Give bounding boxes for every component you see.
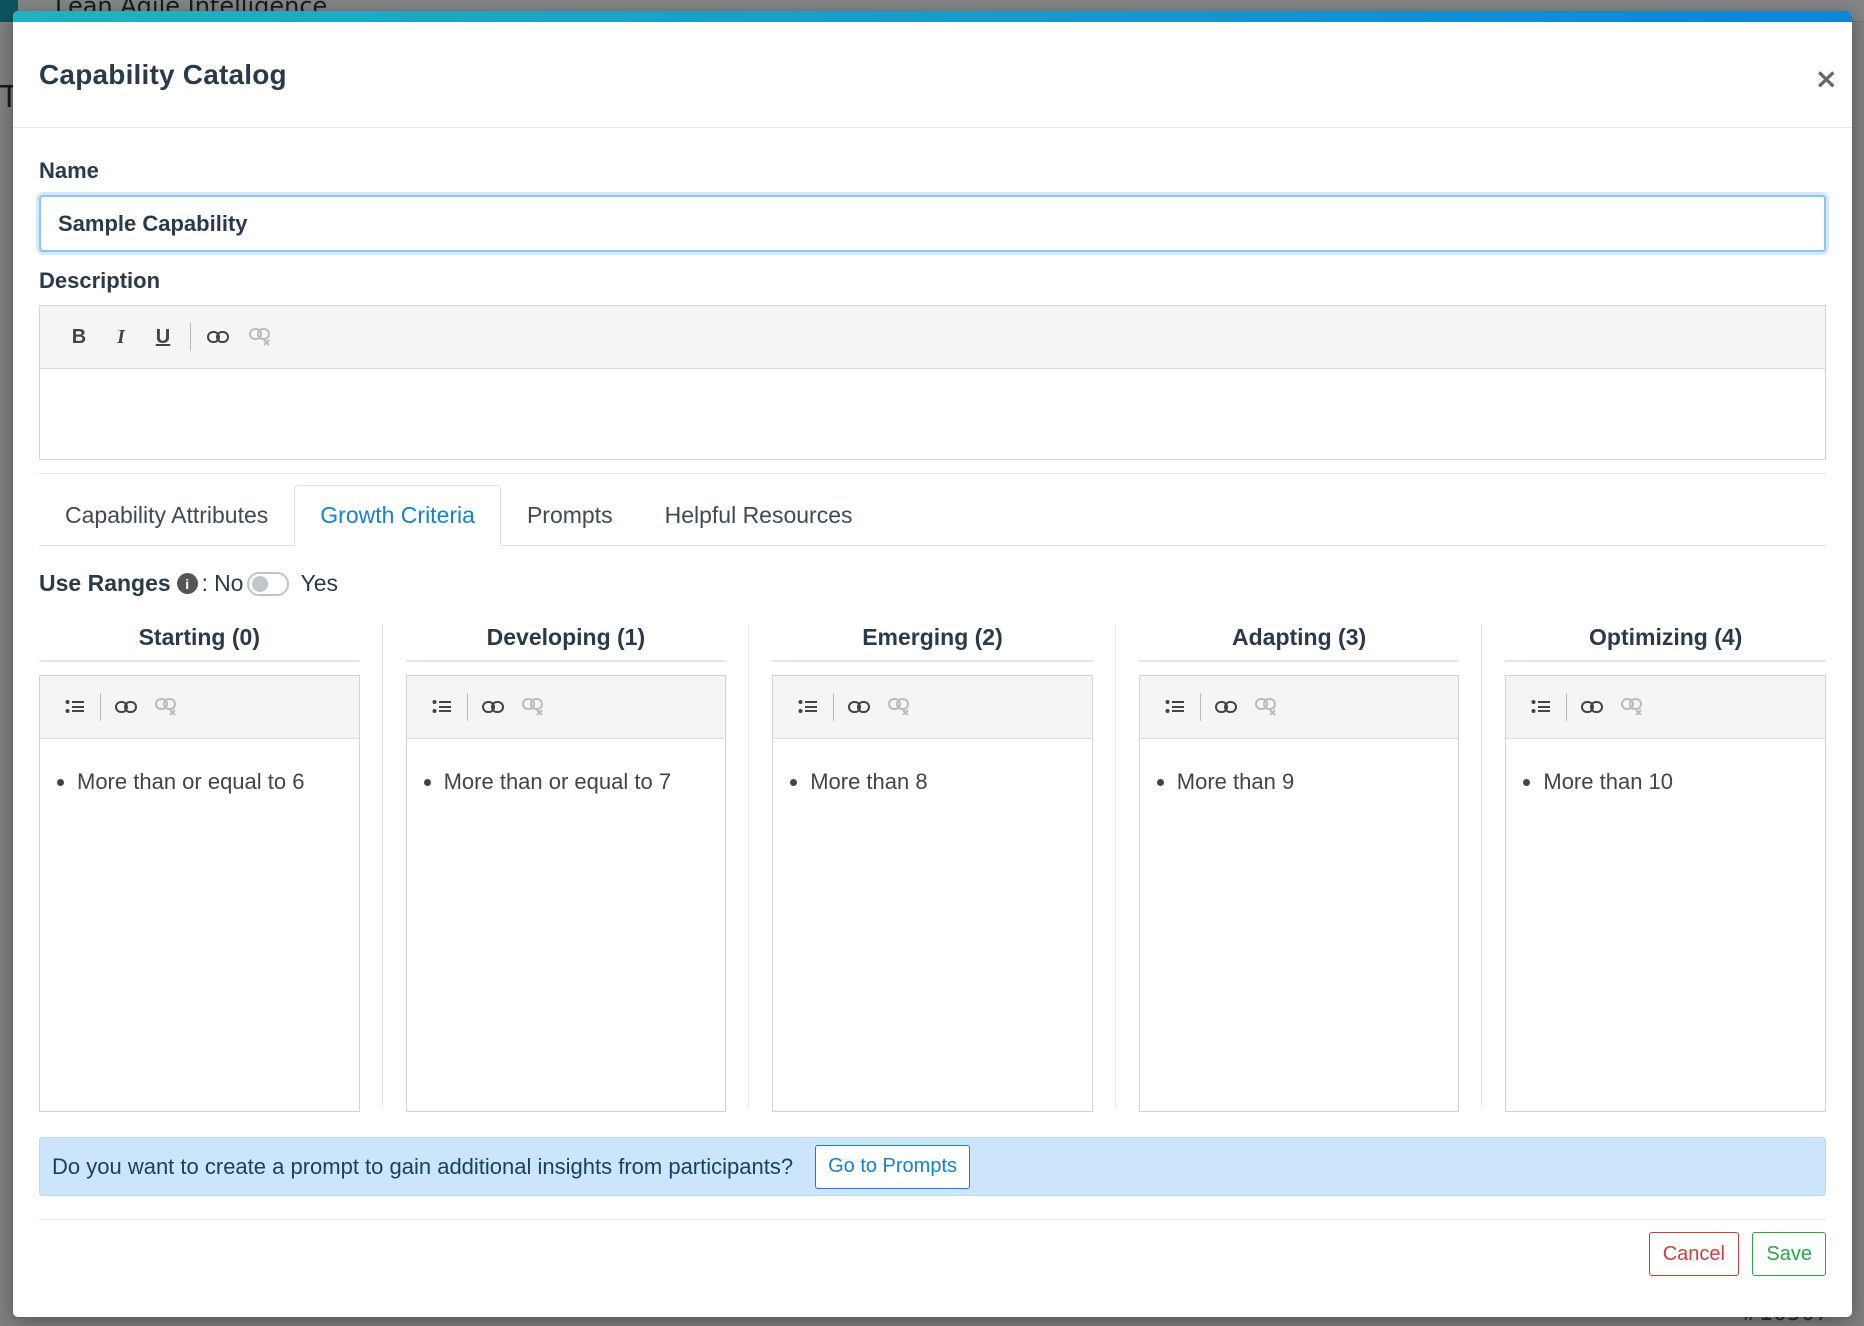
criteria-item: More than or equal to 7 [444, 769, 726, 795]
level-toolbar [1506, 676, 1825, 739]
level-toolbar [406, 676, 726, 739]
level-starting: Starting (0) More than or equal to 6 [39, 624, 360, 1112]
italic-button[interactable]: I [102, 318, 140, 356]
modal-accent-bar [13, 11, 1852, 22]
link-icon[interactable] [1207, 688, 1245, 726]
name-label: Name [39, 158, 99, 183]
unlink-icon[interactable] [1247, 688, 1285, 726]
level-editor: More than 9 [1138, 675, 1460, 1112]
level-editor: More than 10 [1505, 675, 1826, 1112]
unlink-icon[interactable] [1613, 688, 1651, 726]
info-icon[interactable]: i [176, 573, 198, 594]
description-text-area[interactable] [40, 369, 1825, 459]
toolbar-divider [1199, 693, 1201, 721]
criteria-item: More than 10 [1543, 769, 1825, 795]
level-text-area[interactable]: More than or equal to 6 [40, 739, 359, 795]
level-editor: More than or equal to 6 [39, 675, 360, 1112]
use-ranges-separator: : [201, 570, 209, 596]
bulleted-list-icon[interactable] [56, 688, 94, 726]
criteria-item: More than 8 [810, 769, 1092, 795]
criteria-item: More than or equal to 6 [77, 769, 359, 795]
level-text-area[interactable]: More than 9 [1140, 739, 1459, 795]
tab-helpful-resources[interactable]: Helpful Resources [639, 485, 879, 546]
toolbar-divider [190, 323, 191, 351]
toolbar-divider [1566, 693, 1568, 721]
use-ranges-toggle[interactable] [247, 571, 290, 596]
capability-catalog-modal: Capability Catalog × Name Description B … [13, 11, 1852, 1317]
tabs-section: Capability Attributes Growth Criteria Pr… [39, 473, 1826, 546]
level-title: Optimizing (4) [1505, 624, 1826, 662]
level-text-area[interactable]: More than 10 [1506, 739, 1825, 795]
level-text-area[interactable]: More than or equal to 7 [407, 739, 726, 795]
tab-bar: Capability Attributes Growth Criteria Pr… [39, 485, 1826, 546]
level-adapting: Adapting (3) More than 9 [1114, 624, 1460, 1112]
toggle-yes-label: Yes [300, 570, 338, 596]
toolbar-divider [833, 693, 835, 721]
bulleted-list-icon[interactable] [1522, 688, 1560, 726]
unlink-icon[interactable] [514, 688, 552, 726]
growth-levels: Starting (0) More than or equal to 6 Dev… [39, 624, 1826, 1112]
cancel-button[interactable]: Cancel [1648, 1232, 1739, 1276]
level-title: Emerging (2) [772, 624, 1093, 662]
level-text-area[interactable]: More than 8 [773, 739, 1092, 795]
link-icon[interactable] [199, 318, 237, 356]
toggle-no-label: No [214, 570, 244, 596]
toolbar-divider [100, 693, 101, 721]
description-label: Description [39, 268, 161, 293]
bulleted-list-icon[interactable] [1156, 688, 1194, 726]
link-icon[interactable] [1573, 688, 1611, 726]
go-to-prompts-button[interactable]: Go to Prompts [815, 1144, 971, 1189]
name-input[interactable] [39, 195, 1826, 252]
unlink-icon[interactable] [880, 688, 918, 726]
level-title: Adapting (3) [1138, 624, 1460, 662]
toggle-knob [252, 575, 269, 592]
unlink-icon[interactable] [147, 688, 185, 726]
modal-footer: Cancel Save [39, 1219, 1826, 1299]
bold-button[interactable]: B [60, 318, 98, 356]
modal-body: Name Description B I U Capability Attrib… [13, 158, 1852, 1299]
toolbar-divider [466, 693, 468, 721]
description-toolbar: B I U [40, 306, 1825, 369]
underline-button[interactable]: U [144, 318, 182, 356]
tab-growth-criteria[interactable]: Growth Criteria [294, 485, 501, 546]
level-toolbar [773, 676, 1092, 739]
link-icon[interactable] [474, 688, 512, 726]
bulleted-list-icon[interactable] [423, 688, 461, 726]
level-optimizing: Optimizing (4) More than 10 [1481, 624, 1826, 1112]
link-icon[interactable] [107, 688, 145, 726]
level-title: Starting (0) [39, 624, 360, 662]
close-icon[interactable]: × [1815, 62, 1838, 95]
level-editor: More than or equal to 7 [405, 675, 727, 1112]
criteria-item: More than 9 [1177, 769, 1459, 795]
tab-prompts[interactable]: Prompts [501, 485, 639, 546]
alert-text: Do you want to create a prompt to gain a… [52, 1153, 794, 1179]
level-toolbar [1139, 676, 1459, 739]
level-developing: Developing (1) More than or equal to 7 [381, 624, 727, 1112]
modal-title: Capability Catalog [39, 58, 287, 90]
use-ranges-label: Use Ranges [39, 570, 171, 596]
description-editor: B I U [39, 305, 1826, 460]
unlink-icon[interactable] [241, 318, 279, 356]
level-title: Developing (1) [405, 624, 727, 662]
save-button[interactable]: Save [1752, 1232, 1826, 1276]
level-editor: More than 8 [772, 675, 1093, 1112]
use-ranges-row: Use Ranges i : No Yes [39, 570, 1826, 597]
tab-capability-attributes[interactable]: Capability Attributes [39, 485, 294, 546]
level-emerging: Emerging (2) More than 8 [748, 624, 1093, 1112]
link-icon[interactable] [840, 688, 878, 726]
modal-header: Capability Catalog × [13, 22, 1852, 128]
level-toolbar [40, 676, 359, 739]
prompt-suggestion-alert: Do you want to create a prompt to gain a… [39, 1137, 1826, 1196]
bulleted-list-icon[interactable] [789, 688, 827, 726]
